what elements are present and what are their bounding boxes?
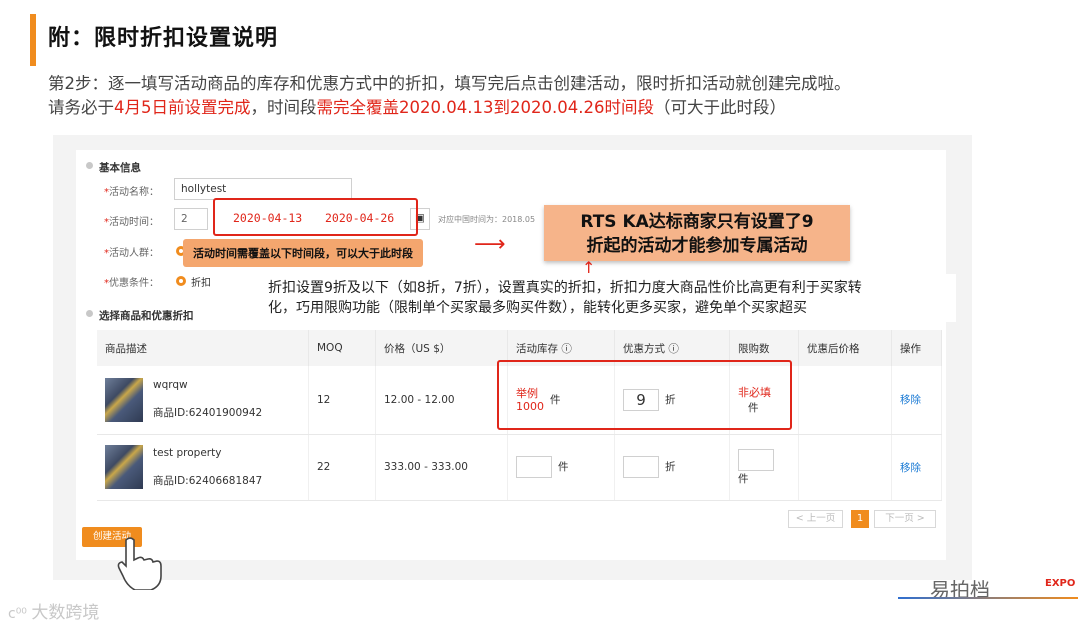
limit-unit: 件 xyxy=(738,472,749,485)
product-id: 商品ID:62406681847 xyxy=(153,474,263,487)
timezone-note: 对应中国时间为：2018.05 xyxy=(438,215,536,224)
product-name: test property xyxy=(153,446,222,459)
next-page-button[interactable]: 下一页 > xyxy=(874,510,936,528)
watermark-left: ᴄ⁰⁰ 大数跨境 xyxy=(8,603,100,623)
input-highlight-box xyxy=(497,360,792,430)
product-image xyxy=(105,377,143,422)
activity-time-input[interactable]: 2 xyxy=(174,208,208,230)
label-activity-time: *活动时间： xyxy=(104,217,159,228)
label-activity-name: *活动名称： xyxy=(104,187,159,198)
product-id: 商品ID:62401900942 xyxy=(153,407,263,420)
final-price-cell xyxy=(798,366,892,435)
col-action: 操作 xyxy=(891,330,942,366)
time-coverage-callout: 活动时间需覆盖以下时间段，可以大于此时段 xyxy=(183,239,423,267)
price-cell: 12.00 - 12.00 xyxy=(375,366,508,435)
table-row: test property 商品ID:62406681847 22 333.00… xyxy=(97,434,942,501)
time-end: 2020-04-26 xyxy=(325,211,395,225)
rts-callout-line-1: RTS KA达标商家只有设置了9 xyxy=(580,212,814,232)
time-start: 2020-04-13 xyxy=(233,211,303,225)
stock-cell: 件 xyxy=(507,434,615,501)
action-cell: 移除 xyxy=(891,366,942,435)
condition-value: 折扣 xyxy=(191,278,211,289)
discount-note: 折扣设置9折及以下（如8折，7折），设置真实的折扣，折扣力度大商品性价比高更有利… xyxy=(260,274,956,322)
section-dot xyxy=(86,310,93,317)
discount-cell: 折 xyxy=(614,434,730,501)
moq-cell: 12 xyxy=(308,366,376,435)
action-cell: 移除 xyxy=(891,434,942,501)
col-description: 商品描述 xyxy=(97,330,309,366)
page-title: 附：限时折扣设置说明 xyxy=(48,26,279,51)
rts-callout: RTS KA达标商家只有设置了9 折起的活动才能参加专属活动 xyxy=(544,205,850,261)
label-condition: *优惠条件： xyxy=(104,278,159,289)
remove-link[interactable]: 移除 xyxy=(900,394,921,406)
label-audience: *活动人群： xyxy=(104,248,159,259)
discount-unit: 折 xyxy=(665,461,676,473)
section-products: 选择商品和优惠折扣 xyxy=(99,310,194,322)
col-moq: MOQ xyxy=(308,330,376,366)
section-dot xyxy=(86,162,93,169)
discount-note-line-1: 折扣设置9折及以下（如8折，7折），设置真实的折扣，折扣力度大商品性价比高更有利… xyxy=(268,280,862,296)
remove-link[interactable]: 移除 xyxy=(900,462,921,474)
arrow-right: ⟶ xyxy=(474,232,506,257)
pointer-hand-icon xyxy=(117,537,162,590)
rts-callout-line-2: 折起的活动才能参加专属活动 xyxy=(586,236,808,256)
limit-cell: 件 xyxy=(729,434,799,501)
col-final-price: 优惠后价格 xyxy=(798,330,892,366)
product-name: wqrqw xyxy=(153,379,188,392)
expo-logo: EXPO xyxy=(1045,578,1076,589)
discount-input[interactable] xyxy=(623,456,659,478)
price-cell: 333.00 - 333.00 xyxy=(375,434,508,501)
product-cell: wqrqw 商品ID:62401900942 xyxy=(97,366,309,435)
title-accent-bar xyxy=(30,14,36,66)
col-price: 价格（US $） xyxy=(375,330,508,366)
activity-name-input[interactable]: hollytest xyxy=(174,178,352,200)
condition-radio[interactable] xyxy=(176,276,186,286)
stock-unit: 件 xyxy=(558,461,569,473)
discount-note-line-2: 化，巧用限购功能（限制单个买家最多购买件数），能转化更多买家，避免单个买家超买 xyxy=(268,300,807,316)
product-cell: test property 商品ID:62406681847 xyxy=(97,434,309,501)
instructions-line-2: 请务必于4月5日前设置完成，时间段需完全覆盖2020.04.13到2020.04… xyxy=(48,98,786,117)
logo-underline xyxy=(898,597,1078,599)
section-basic-info: 基本信息 xyxy=(99,162,141,174)
product-image xyxy=(105,445,143,489)
current-page[interactable]: 1 xyxy=(851,510,869,528)
instructions-line-1: 第2步：逐一填写活动商品的库存和优惠方式中的折扣，填写完后点击创建活动，限时折扣… xyxy=(48,74,851,93)
stock-input[interactable] xyxy=(516,456,552,478)
instructions: 第2步：逐一填写活动商品的库存和优惠方式中的折扣，填写完后点击创建活动，限时折扣… xyxy=(48,72,851,120)
limit-input[interactable] xyxy=(738,448,774,471)
moq-cell: 22 xyxy=(308,434,376,501)
prev-page-button[interactable]: < 上一页 xyxy=(788,510,843,528)
final-price-cell xyxy=(798,434,892,501)
